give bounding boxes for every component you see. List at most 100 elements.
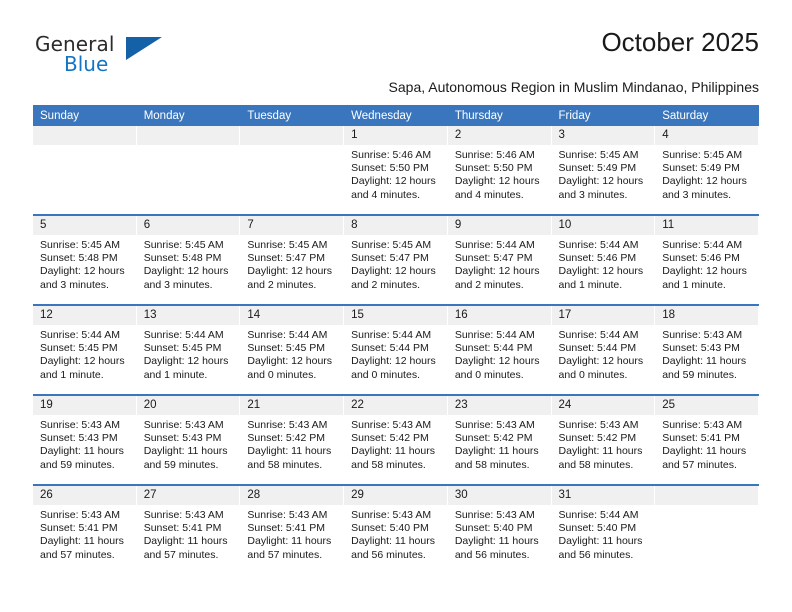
calendar-day-cell[interactable]: 8 Sunrise: 5:45 AM Sunset: 5:47 PM Daylight… bbox=[344, 214, 448, 305]
calendar-day-cell[interactable]: 23 Sunrise: 5:43 AM Sunset: 5:42 PM Dayligh… bbox=[447, 394, 552, 485]
day-details: Sunrise: 5:46 AM Sunset: 5:50 PM Daylight:… bbox=[448, 145, 552, 202]
daylight-text: Daylight: 12 hours and 2 minutes. bbox=[247, 265, 333, 291]
calendar-day-cell[interactable]: 21 Sunrise: 5:43 AM Sunset: 5:42 PM Dayligh… bbox=[240, 394, 345, 485]
day-details: Sunrise: 5:45 AM Sunset: 5:47 PM Daylight:… bbox=[240, 235, 344, 292]
day-cell-inner: 16 Sunrise: 5:44 AM Sunset: 5:44 PM Dayligh… bbox=[447, 306, 552, 394]
day-number: 21 bbox=[240, 396, 344, 415]
page-header: General Blue October 2025 Sapa, Autonomo… bbox=[33, 26, 759, 98]
day-cell-inner: 14 Sunrise: 5:44 AM Sunset: 5:45 PM Dayligh… bbox=[240, 306, 344, 394]
sunrise-text: Sunrise: 5:46 AM bbox=[454, 149, 535, 161]
day-number: 8 bbox=[344, 216, 447, 235]
daylight-text: Daylight: 11 hours and 58 minutes. bbox=[558, 445, 643, 471]
day-number: 1 bbox=[344, 126, 447, 145]
sunrise-text: Sunrise: 5:44 AM bbox=[454, 329, 535, 341]
calendar-day-cell[interactable]: 6 Sunrise: 5:45 AM Sunset: 5:48 PM Daylight… bbox=[136, 214, 241, 305]
calendar-day-cell[interactable]: 19 Sunrise: 5:43 AM Sunset: 5:43 PM Dayligh… bbox=[33, 394, 137, 485]
sunset-text: Sunset: 5:50 PM bbox=[454, 162, 533, 175]
day-number: 14 bbox=[240, 306, 344, 325]
calendar-day-cell[interactable]: 22 Sunrise: 5:43 AM Sunset: 5:42 PM Dayligh… bbox=[344, 394, 448, 485]
day-cell-inner: 6 Sunrise: 5:45 AM Sunset: 5:48 PM Daylight… bbox=[136, 216, 241, 304]
sunset-text: Sunset: 5:42 PM bbox=[454, 432, 533, 445]
sunrise-text: Sunrise: 5:43 AM bbox=[143, 509, 224, 521]
general-blue-logo[interactable]: General Blue bbox=[33, 32, 213, 86]
day-details: Sunrise: 5:44 AM Sunset: 5:44 PM Daylight:… bbox=[552, 325, 656, 382]
day-number bbox=[240, 126, 344, 145]
sunset-text: Sunset: 5:45 PM bbox=[143, 342, 222, 355]
daylight-text: Daylight: 11 hours and 57 minutes. bbox=[40, 535, 124, 561]
daylight-text: Daylight: 12 hours and 1 minute. bbox=[143, 355, 229, 381]
day-details: Sunrise: 5:44 AM Sunset: 5:44 PM Daylight:… bbox=[344, 325, 448, 382]
page-title: October 2025 bbox=[601, 27, 759, 57]
daylight-text: Daylight: 12 hours and 4 minutes. bbox=[454, 175, 540, 201]
sunset-text: Sunset: 5:45 PM bbox=[40, 342, 118, 355]
calendar-day-cell[interactable]: 18 Sunrise: 5:43 AM Sunset: 5:43 PM Dayligh… bbox=[655, 304, 759, 395]
day-cell-inner: 22 Sunrise: 5:43 AM Sunset: 5:42 PM Dayligh… bbox=[344, 396, 448, 484]
day-details: Sunrise: 5:43 AM Sunset: 5:43 PM Daylight:… bbox=[33, 415, 137, 472]
sunset-text: Sunset: 5:40 PM bbox=[454, 522, 533, 535]
sunrise-text: Sunrise: 5:43 AM bbox=[662, 329, 743, 341]
day-details: Sunrise: 5:43 AM Sunset: 5:42 PM Daylight:… bbox=[344, 415, 448, 472]
sunset-text: Sunset: 5:48 PM bbox=[143, 252, 222, 265]
sunset-text: Sunset: 5:42 PM bbox=[558, 432, 637, 445]
weekday-header-monday: Monday bbox=[136, 105, 241, 126]
calendar-day-cell[interactable]: 4 Sunrise: 5:45 AM Sunset: 5:49 PM Daylight… bbox=[655, 126, 759, 215]
day-number: 3 bbox=[551, 126, 655, 145]
sunset-text: Sunset: 5:42 PM bbox=[351, 432, 429, 445]
calendar-container: Sunday Monday Tuesday Wednesday Thursday… bbox=[33, 105, 759, 574]
sunset-text: Sunset: 5:50 PM bbox=[351, 162, 429, 175]
day-number: 27 bbox=[136, 486, 240, 505]
calendar-day-cell[interactable]: 7 Sunrise: 5:45 AM Sunset: 5:47 PM Daylight… bbox=[240, 214, 345, 305]
calendar-day-cell[interactable]: 9 Sunrise: 5:44 AM Sunset: 5:47 PM Daylight… bbox=[447, 214, 552, 305]
day-details: Sunrise: 5:43 AM Sunset: 5:41 PM Daylight:… bbox=[33, 505, 137, 562]
calendar-day-cell[interactable]: 29 Sunrise: 5:43 AM Sunset: 5:40 PM Dayligh… bbox=[344, 484, 448, 574]
sunrise-text: Sunrise: 5:44 AM bbox=[558, 239, 639, 251]
day-details: Sunrise: 5:43 AM Sunset: 5:43 PM Daylight:… bbox=[655, 325, 759, 382]
calendar-day-cell[interactable]: 17 Sunrise: 5:44 AM Sunset: 5:44 PM Dayligh… bbox=[551, 304, 656, 395]
sunset-text: Sunset: 5:41 PM bbox=[662, 432, 740, 445]
day-number: 31 bbox=[551, 486, 655, 505]
sunrise-text: Sunrise: 5:44 AM bbox=[143, 329, 224, 341]
day-number: 17 bbox=[551, 306, 655, 325]
calendar-day-cell[interactable]: 15 Sunrise: 5:44 AM Sunset: 5:44 PM Dayligh… bbox=[344, 304, 448, 395]
day-number: 24 bbox=[551, 396, 655, 415]
calendar-day-cell[interactable]: 12 Sunrise: 5:44 AM Sunset: 5:45 PM Dayligh… bbox=[33, 304, 137, 395]
daylight-text: Daylight: 12 hours and 0 minutes. bbox=[351, 355, 436, 381]
calendar-day-cell[interactable]: 25 Sunrise: 5:43 AM Sunset: 5:41 PM Dayligh… bbox=[655, 394, 759, 485]
calendar-day-cell[interactable]: 27 Sunrise: 5:43 AM Sunset: 5:41 PM Dayligh… bbox=[136, 484, 241, 574]
day-cell-inner: 26 Sunrise: 5:43 AM Sunset: 5:41 PM Dayligh… bbox=[33, 486, 137, 574]
sunset-text: Sunset: 5:40 PM bbox=[558, 522, 637, 535]
sunrise-text: Sunrise: 5:43 AM bbox=[558, 419, 639, 431]
sunrise-text: Sunrise: 5:43 AM bbox=[247, 509, 328, 521]
day-cell-inner: 3 Sunrise: 5:45 AM Sunset: 5:49 PM Daylight… bbox=[551, 126, 656, 214]
day-details: Sunrise: 5:44 AM Sunset: 5:47 PM Daylight:… bbox=[448, 235, 552, 292]
calendar-day-cell[interactable]: 14 Sunrise: 5:44 AM Sunset: 5:45 PM Dayligh… bbox=[240, 304, 345, 395]
day-number: 13 bbox=[136, 306, 240, 325]
calendar-day-cell[interactable]: 26 Sunrise: 5:43 AM Sunset: 5:41 PM Dayligh… bbox=[33, 484, 137, 574]
sunrise-text: Sunrise: 5:43 AM bbox=[40, 419, 120, 431]
page-subtitle: Sapa, Autonomous Region in Muslim Mindan… bbox=[388, 79, 759, 95]
sunrise-text: Sunrise: 5:45 AM bbox=[558, 149, 639, 161]
calendar-day-cell[interactable]: 1 Sunrise: 5:46 AM Sunset: 5:50 PM Daylight… bbox=[344, 126, 448, 215]
day-details: Sunrise: 5:44 AM Sunset: 5:45 PM Daylight:… bbox=[240, 325, 344, 382]
calendar-day-cell[interactable]: 28 Sunrise: 5:43 AM Sunset: 5:41 PM Dayligh… bbox=[240, 484, 345, 574]
daylight-text: Daylight: 12 hours and 3 minutes. bbox=[40, 265, 125, 291]
daylight-text: Daylight: 11 hours and 59 minutes. bbox=[40, 445, 124, 471]
logo-text-blue: Blue bbox=[64, 52, 109, 76]
calendar-day-cell[interactable]: 2 Sunrise: 5:46 AM Sunset: 5:50 PM Daylight… bbox=[447, 126, 552, 215]
calendar-day-cell[interactable]: 24 Sunrise: 5:43 AM Sunset: 5:42 PM Dayligh… bbox=[551, 394, 656, 485]
calendar-day-cell[interactable]: 11 Sunrise: 5:44 AM Sunset: 5:46 PM Dayligh… bbox=[655, 214, 759, 305]
calendar-day-cell[interactable]: 31 Sunrise: 5:44 AM Sunset: 5:40 PM Dayligh… bbox=[551, 484, 656, 574]
calendar-day-cell[interactable]: 30 Sunrise: 5:43 AM Sunset: 5:40 PM Dayligh… bbox=[447, 484, 552, 574]
calendar-day-cell[interactable]: 3 Sunrise: 5:45 AM Sunset: 5:49 PM Daylight… bbox=[551, 126, 656, 215]
day-cell-inner bbox=[240, 126, 344, 214]
calendar-day-cell[interactable]: 16 Sunrise: 5:44 AM Sunset: 5:44 PM Dayligh… bbox=[447, 304, 552, 395]
calendar-day-cell[interactable]: 13 Sunrise: 5:44 AM Sunset: 5:45 PM Dayligh… bbox=[136, 304, 241, 395]
day-details: Sunrise: 5:43 AM Sunset: 5:42 PM Daylight:… bbox=[552, 415, 656, 472]
daylight-text: Daylight: 12 hours and 2 minutes. bbox=[351, 265, 436, 291]
sunrise-text: Sunrise: 5:45 AM bbox=[143, 239, 224, 251]
calendar-day-cell[interactable]: 10 Sunrise: 5:44 AM Sunset: 5:46 PM Dayligh… bbox=[551, 214, 656, 305]
calendar-day-cell[interactable]: 20 Sunrise: 5:43 AM Sunset: 5:43 PM Dayligh… bbox=[136, 394, 241, 485]
day-cell-inner: 8 Sunrise: 5:45 AM Sunset: 5:47 PM Daylight… bbox=[344, 216, 448, 304]
calendar-day-cell[interactable]: 5 Sunrise: 5:45 AM Sunset: 5:48 PM Daylight… bbox=[33, 214, 137, 305]
daylight-text: Daylight: 12 hours and 1 minute. bbox=[558, 265, 644, 291]
